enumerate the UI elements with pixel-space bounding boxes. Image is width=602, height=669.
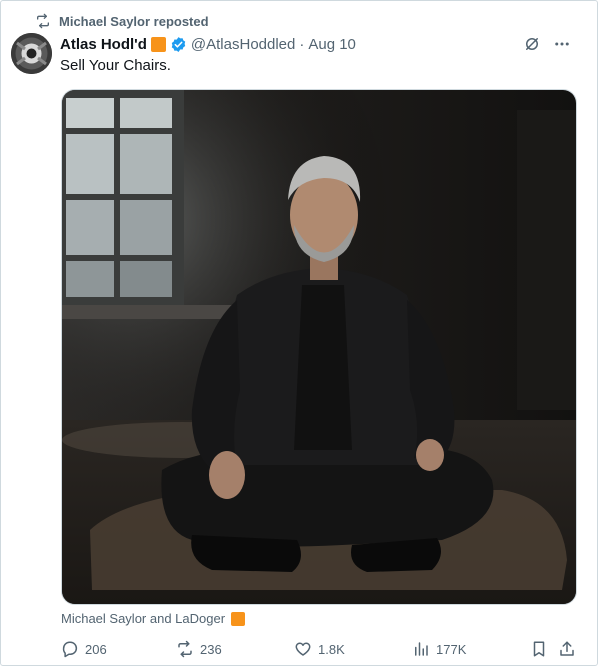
views-button[interactable]: 177K: [412, 640, 466, 658]
top-actions: [523, 35, 571, 53]
repost-icon: [178, 640, 192, 658]
bookmark-button[interactable]: [530, 640, 548, 658]
reply-count: 206: [85, 641, 107, 657]
like-count: 1.8K: [318, 641, 345, 657]
reply-button[interactable]: 206: [61, 640, 107, 658]
tweet-photo[interactable]: [61, 89, 577, 605]
more-options-icon[interactable]: [553, 35, 571, 53]
view-count: 177K: [436, 641, 467, 657]
tweet-text: Sell Your Chairs.: [60, 57, 171, 74]
tagged-users[interactable]: Michael Saylor and LaDoger: [61, 610, 246, 627]
like-button[interactable]: 1.8K: [294, 640, 345, 658]
separator: ·: [299, 35, 305, 53]
analytics-icon: [415, 642, 428, 656]
repost-button[interactable]: 236: [176, 640, 222, 658]
tweet-card[interactable]: Michael Saylor reposted Atlas Hodl'd @At…: [0, 0, 598, 666]
repost-context[interactable]: Michael Saylor reposted: [35, 12, 209, 30]
share-icon: [560, 641, 574, 656]
display-name[interactable]: Atlas Hodl'd: [60, 36, 147, 53]
reply-icon: [62, 641, 78, 658]
tagged-users-text: Michael Saylor and LaDoger: [61, 611, 226, 626]
repost-count: 236: [200, 641, 222, 657]
avatar[interactable]: [11, 33, 52, 74]
bitcoin-badge-icon: [231, 611, 246, 626]
timestamp[interactable]: Aug 10: [308, 36, 356, 53]
verified-badge-icon: [171, 36, 186, 52]
tweet-header: Atlas Hodl'd @AtlasHoddled · Aug 10: [60, 34, 356, 54]
grok-icon[interactable]: [523, 35, 541, 53]
handle[interactable]: @AtlasHoddled: [191, 36, 295, 53]
repost-icon: [37, 13, 49, 29]
share-button[interactable]: [558, 640, 576, 658]
bookmark-icon: [533, 641, 545, 657]
heart-icon: [295, 642, 311, 656]
repost-text: Michael Saylor reposted: [59, 13, 209, 29]
bitcoin-badge-icon: [150, 36, 166, 52]
